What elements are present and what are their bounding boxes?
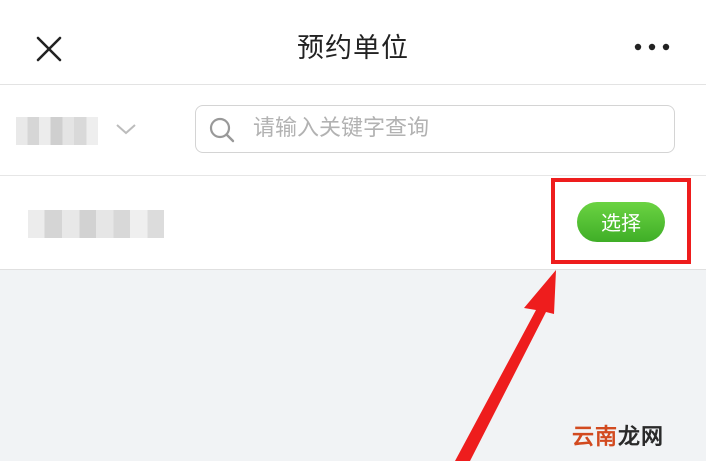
watermark-part-b: 龙网: [618, 425, 665, 450]
pointer-arrow: [455, 270, 556, 461]
watermark: 云南龙网: [572, 419, 664, 451]
watermark-part-a: 云南: [572, 425, 619, 450]
